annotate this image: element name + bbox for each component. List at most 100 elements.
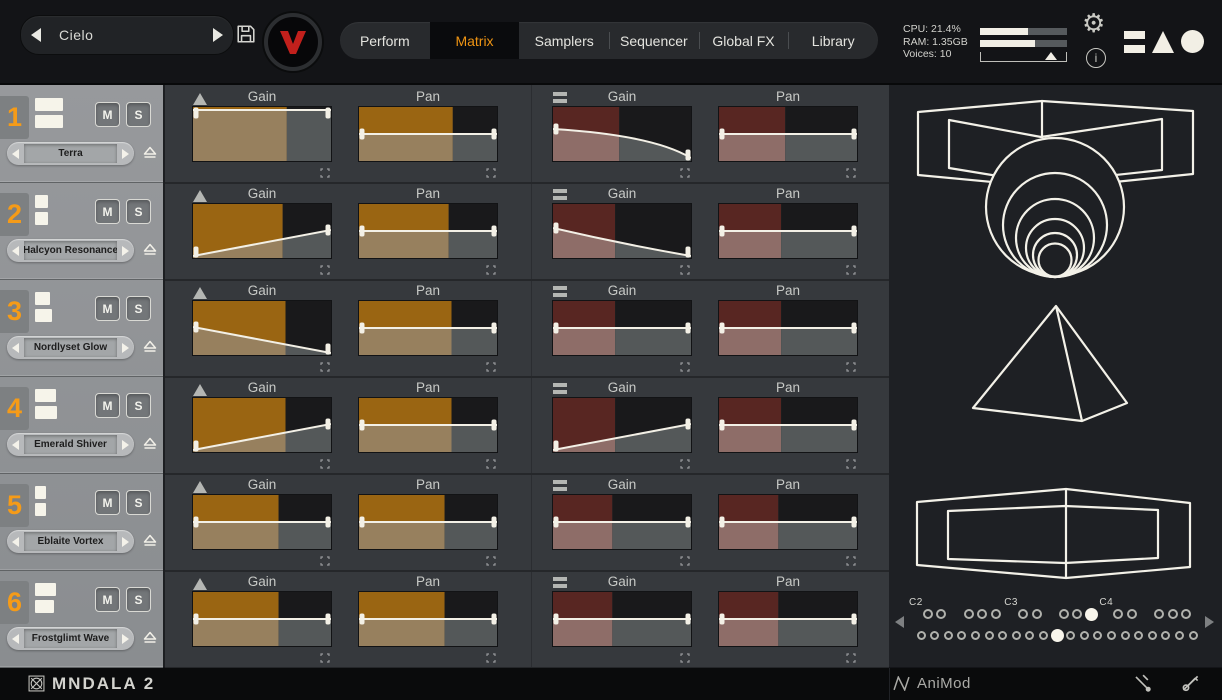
solo-button[interactable]: S bbox=[126, 393, 151, 418]
sample-next-button[interactable] bbox=[117, 148, 134, 159]
envelope-cell-gain[interactable] bbox=[552, 397, 692, 453]
expand-icon[interactable] bbox=[320, 553, 330, 566]
expand-icon[interactable] bbox=[486, 359, 496, 372]
tuning-fork-icon[interactable] bbox=[1133, 674, 1152, 698]
mute-button[interactable]: M bbox=[95, 102, 120, 127]
eject-button[interactable] bbox=[143, 243, 157, 262]
preset-next-button[interactable] bbox=[203, 16, 233, 54]
expand-icon[interactable] bbox=[486, 262, 496, 275]
info-icon[interactable]: i bbox=[1086, 48, 1106, 68]
envelope-cell-gain[interactable] bbox=[552, 494, 692, 550]
envelope-cell-pan[interactable] bbox=[358, 591, 498, 647]
slot-number[interactable]: 2 bbox=[0, 193, 29, 236]
eject-button[interactable] bbox=[143, 146, 157, 165]
keyrange-left-arrow[interactable] bbox=[895, 616, 904, 628]
mute-button[interactable]: M bbox=[95, 490, 120, 515]
sample-name[interactable]: Eblaite Vortex bbox=[24, 532, 117, 551]
eject-button[interactable] bbox=[143, 437, 157, 456]
envelope-cell-pan[interactable] bbox=[718, 203, 858, 259]
expand-icon[interactable] bbox=[320, 165, 330, 178]
expand-icon[interactable] bbox=[846, 650, 856, 663]
settings-gear-icon[interactable]: ⚙ bbox=[1082, 8, 1105, 38]
expand-icon[interactable] bbox=[486, 456, 496, 469]
preset-prev-button[interactable] bbox=[21, 16, 51, 54]
envelope-cell-pan[interactable] bbox=[358, 397, 498, 453]
envelope-cell-pan[interactable] bbox=[718, 591, 858, 647]
mntra-logo-button[interactable] bbox=[264, 13, 322, 71]
envelope-cell-gain[interactable] bbox=[552, 591, 692, 647]
envelope-cell-gain[interactable] bbox=[192, 397, 332, 453]
envelope-cell-gain[interactable] bbox=[192, 300, 332, 356]
expand-icon[interactable] bbox=[680, 650, 690, 663]
eject-button[interactable] bbox=[143, 631, 157, 650]
mute-button[interactable]: M bbox=[95, 296, 120, 321]
tab-sequencer[interactable]: Sequencer bbox=[609, 22, 699, 59]
slot-number[interactable]: 6 bbox=[0, 581, 29, 624]
expand-icon[interactable] bbox=[486, 553, 496, 566]
expand-icon[interactable] bbox=[846, 262, 856, 275]
expand-icon[interactable] bbox=[486, 165, 496, 178]
eject-button[interactable] bbox=[143, 340, 157, 359]
expand-icon[interactable] bbox=[680, 456, 690, 469]
expand-icon[interactable] bbox=[680, 262, 690, 275]
envelope-cell-gain[interactable] bbox=[192, 203, 332, 259]
sample-next-button[interactable] bbox=[117, 342, 134, 353]
solo-button[interactable]: S bbox=[126, 102, 151, 127]
tab-samplers[interactable]: Samplers bbox=[519, 22, 609, 59]
envelope-cell-gain[interactable] bbox=[552, 300, 692, 356]
expand-icon[interactable] bbox=[320, 650, 330, 663]
keyrange-right-arrow[interactable] bbox=[1205, 616, 1214, 628]
expand-icon[interactable] bbox=[846, 165, 856, 178]
eject-button[interactable] bbox=[143, 534, 157, 553]
tab-library[interactable]: Library bbox=[788, 22, 878, 59]
sample-prev-button[interactable] bbox=[7, 536, 24, 547]
envelope-cell-gain[interactable] bbox=[192, 591, 332, 647]
sample-prev-button[interactable] bbox=[7, 633, 24, 644]
save-preset-button[interactable] bbox=[236, 24, 256, 44]
expand-icon[interactable] bbox=[680, 553, 690, 566]
preset-name[interactable]: Cielo bbox=[51, 27, 203, 43]
envelope-cell-pan[interactable] bbox=[358, 494, 498, 550]
sample-prev-button[interactable] bbox=[7, 148, 24, 159]
sample-name[interactable]: Frostglimt Wave bbox=[24, 629, 117, 648]
sample-prev-button[interactable] bbox=[7, 342, 24, 353]
expand-icon[interactable] bbox=[320, 262, 330, 275]
envelope-cell-gain[interactable] bbox=[192, 494, 332, 550]
sample-name[interactable]: Halcyon Resonance bbox=[24, 241, 117, 260]
envelope-cell-gain[interactable] bbox=[192, 106, 332, 162]
expand-icon[interactable] bbox=[680, 165, 690, 178]
envelope-cell-pan[interactable] bbox=[718, 106, 858, 162]
sample-next-button[interactable] bbox=[117, 536, 134, 547]
slot-number[interactable]: 4 bbox=[0, 387, 29, 430]
envelope-cell-pan[interactable] bbox=[358, 203, 498, 259]
envelope-cell-gain[interactable] bbox=[552, 203, 692, 259]
mute-button[interactable]: M bbox=[95, 393, 120, 418]
pitch-slash-icon[interactable] bbox=[1181, 674, 1200, 698]
expand-icon[interactable] bbox=[846, 456, 856, 469]
sample-prev-button[interactable] bbox=[7, 245, 24, 256]
solo-button[interactable]: S bbox=[126, 296, 151, 321]
slot-number[interactable]: 3 bbox=[0, 290, 29, 333]
envelope-cell-pan[interactable] bbox=[358, 106, 498, 162]
solo-button[interactable]: S bbox=[126, 587, 151, 612]
expand-icon[interactable] bbox=[320, 359, 330, 372]
sample-name[interactable]: Nordlyset Glow bbox=[24, 338, 117, 357]
voices-slider[interactable] bbox=[980, 52, 1067, 62]
envelope-cell-pan[interactable] bbox=[718, 494, 858, 550]
sample-name[interactable]: Emerald Shiver bbox=[24, 435, 117, 454]
slot-number[interactable]: 1 bbox=[0, 96, 29, 139]
envelope-cell-gain[interactable] bbox=[552, 106, 692, 162]
envelope-cell-pan[interactable] bbox=[358, 300, 498, 356]
tab-global-fx[interactable]: Global FX bbox=[698, 22, 789, 59]
expand-icon[interactable] bbox=[846, 359, 856, 372]
expand-icon[interactable] bbox=[846, 553, 856, 566]
envelope-cell-pan[interactable] bbox=[718, 397, 858, 453]
mute-button[interactable]: M bbox=[95, 199, 120, 224]
slot-number[interactable]: 5 bbox=[0, 484, 29, 527]
sample-next-button[interactable] bbox=[117, 633, 134, 644]
sample-prev-button[interactable] bbox=[7, 439, 24, 450]
expand-icon[interactable] bbox=[320, 456, 330, 469]
mute-button[interactable]: M bbox=[95, 587, 120, 612]
expand-icon[interactable] bbox=[486, 650, 496, 663]
envelope-cell-pan[interactable] bbox=[718, 300, 858, 356]
